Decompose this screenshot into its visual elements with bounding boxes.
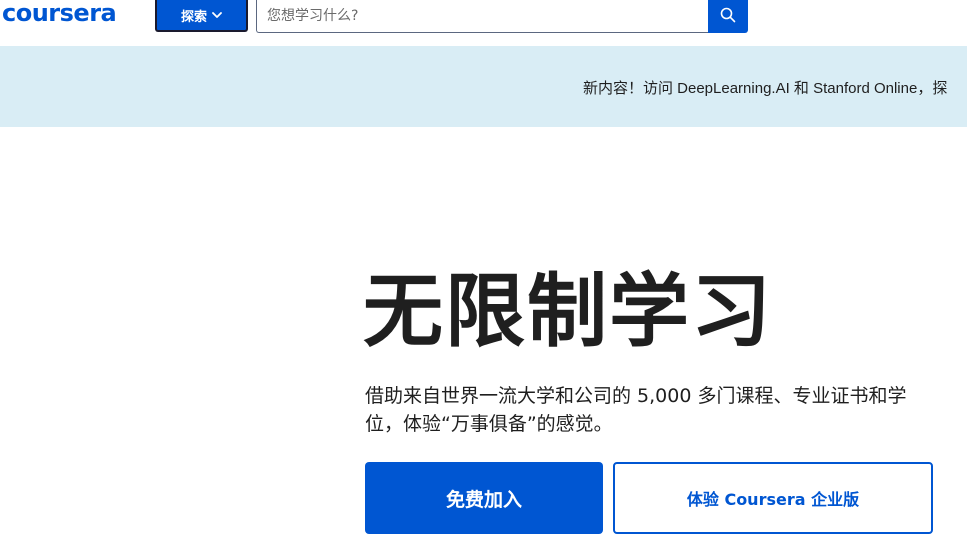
try-business-button[interactable]: 体验 Coursera 企业版 [613,462,933,534]
hero-subtitle: 借助来自世界一流大学和公司的 5,000 多门课程、专业证书和学位，体验“万事俱… [365,385,907,435]
search-bar [256,0,748,33]
announcement-text[interactable]: 新内容！访问 DeepLearning.AI 和 Stanford Online… [583,77,947,98]
join-free-button[interactable]: 免费加入 [365,462,603,534]
search-button[interactable] [708,0,748,33]
announcement-banner: 新内容！访问 DeepLearning.AI 和 Stanford Online… [0,46,967,127]
top-navigation-bar: coursera 探索 [0,0,967,46]
explore-button[interactable]: 探索 [155,0,248,32]
explore-button-label: 探索 [180,9,207,25]
search-input[interactable] [256,0,709,33]
chevron-down-icon [212,11,222,19]
search-icon [720,7,736,27]
hero-title: 无限制学习 [363,265,773,358]
coursera-logo[interactable]: coursera [2,0,117,26]
